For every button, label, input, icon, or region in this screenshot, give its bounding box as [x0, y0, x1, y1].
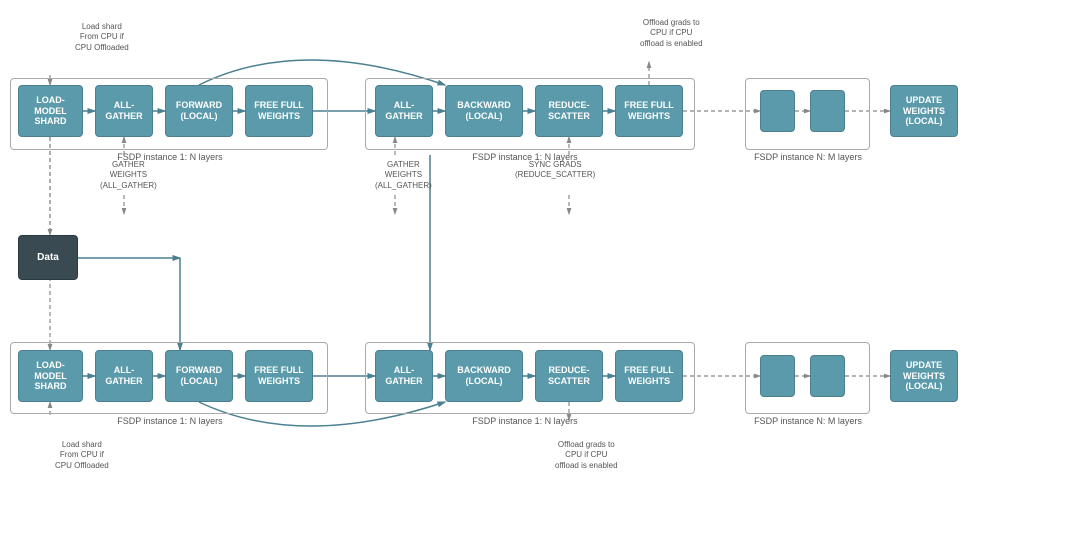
diagram-container: FSDP instance 1: N layers FSDP instance …	[0, 0, 1080, 533]
top-free-full-weights-1: FREE FULLWEIGHTS	[245, 85, 313, 137]
top-reduce-scatter: REDUCE-SCATTER	[535, 85, 603, 137]
fsdp-label-top-3: FSDP instance N: M layers	[748, 152, 868, 162]
bottom-update-weights: UPDATEWEIGHTS(LOCAL)	[890, 350, 958, 402]
fsdp-label-bottom-1: FSDP instance 1: N layers	[65, 416, 275, 426]
bottom-small-1	[760, 355, 795, 397]
annotation-load-shard-bottom: Load shardFrom CPU ifCPU Offloaded	[55, 440, 109, 471]
top-backward: BACKWARD(LOCAL)	[445, 85, 523, 137]
annotation-sync-grads: SYNC GRADS(REDUCE_SCATTER)	[515, 160, 595, 181]
annotation-gather-weights-2: GATHERWEIGHTS(ALL_GATHER)	[375, 160, 432, 191]
fsdp-label-bottom-3: FSDP instance N: M layers	[748, 416, 868, 426]
data-box: Data	[18, 235, 78, 280]
annotation-offload-grads-bottom: Offload grads toCPU if CPUoffload is ena…	[555, 440, 618, 471]
bottom-free-full-weights-2: FREE FULLWEIGHTS	[615, 350, 683, 402]
bottom-all-gather-1: ALL-GATHER	[95, 350, 153, 402]
annotation-load-shard-top: Load shardFrom CPU ifCPU Offloaded	[75, 22, 129, 53]
top-update-weights: UPDATEWEIGHTS(LOCAL)	[890, 85, 958, 137]
top-free-full-weights-2: FREE FULLWEIGHTS	[615, 85, 683, 137]
bottom-small-2	[810, 355, 845, 397]
annotation-gather-weights-1: GATHERWEIGHTS(ALL_GATHER)	[100, 160, 157, 191]
top-small-1	[760, 90, 795, 132]
top-all-gather-2: ALL-GATHER	[375, 85, 433, 137]
fsdp-label-bottom-2: FSDP instance 1: N layers	[400, 416, 650, 426]
bottom-forward: FORWARD(LOCAL)	[165, 350, 233, 402]
bottom-load-model-shard: LOAD-MODELSHARD	[18, 350, 83, 402]
top-forward: FORWARD(LOCAL)	[165, 85, 233, 137]
bottom-backward: BACKWARD(LOCAL)	[445, 350, 523, 402]
top-load-model-shard: LOAD-MODELSHARD	[18, 85, 83, 137]
annotation-offload-grads-top: Offload grads toCPU if CPUoffload is ena…	[640, 18, 703, 49]
bottom-free-full-weights-1: FREE FULLWEIGHTS	[245, 350, 313, 402]
bottom-all-gather-2: ALL-GATHER	[375, 350, 433, 402]
bottom-reduce-scatter: REDUCE-SCATTER	[535, 350, 603, 402]
top-small-2	[810, 90, 845, 132]
top-all-gather-1: ALL-GATHER	[95, 85, 153, 137]
fsdp-label-top-1: FSDP instance 1: N layers	[65, 152, 275, 162]
